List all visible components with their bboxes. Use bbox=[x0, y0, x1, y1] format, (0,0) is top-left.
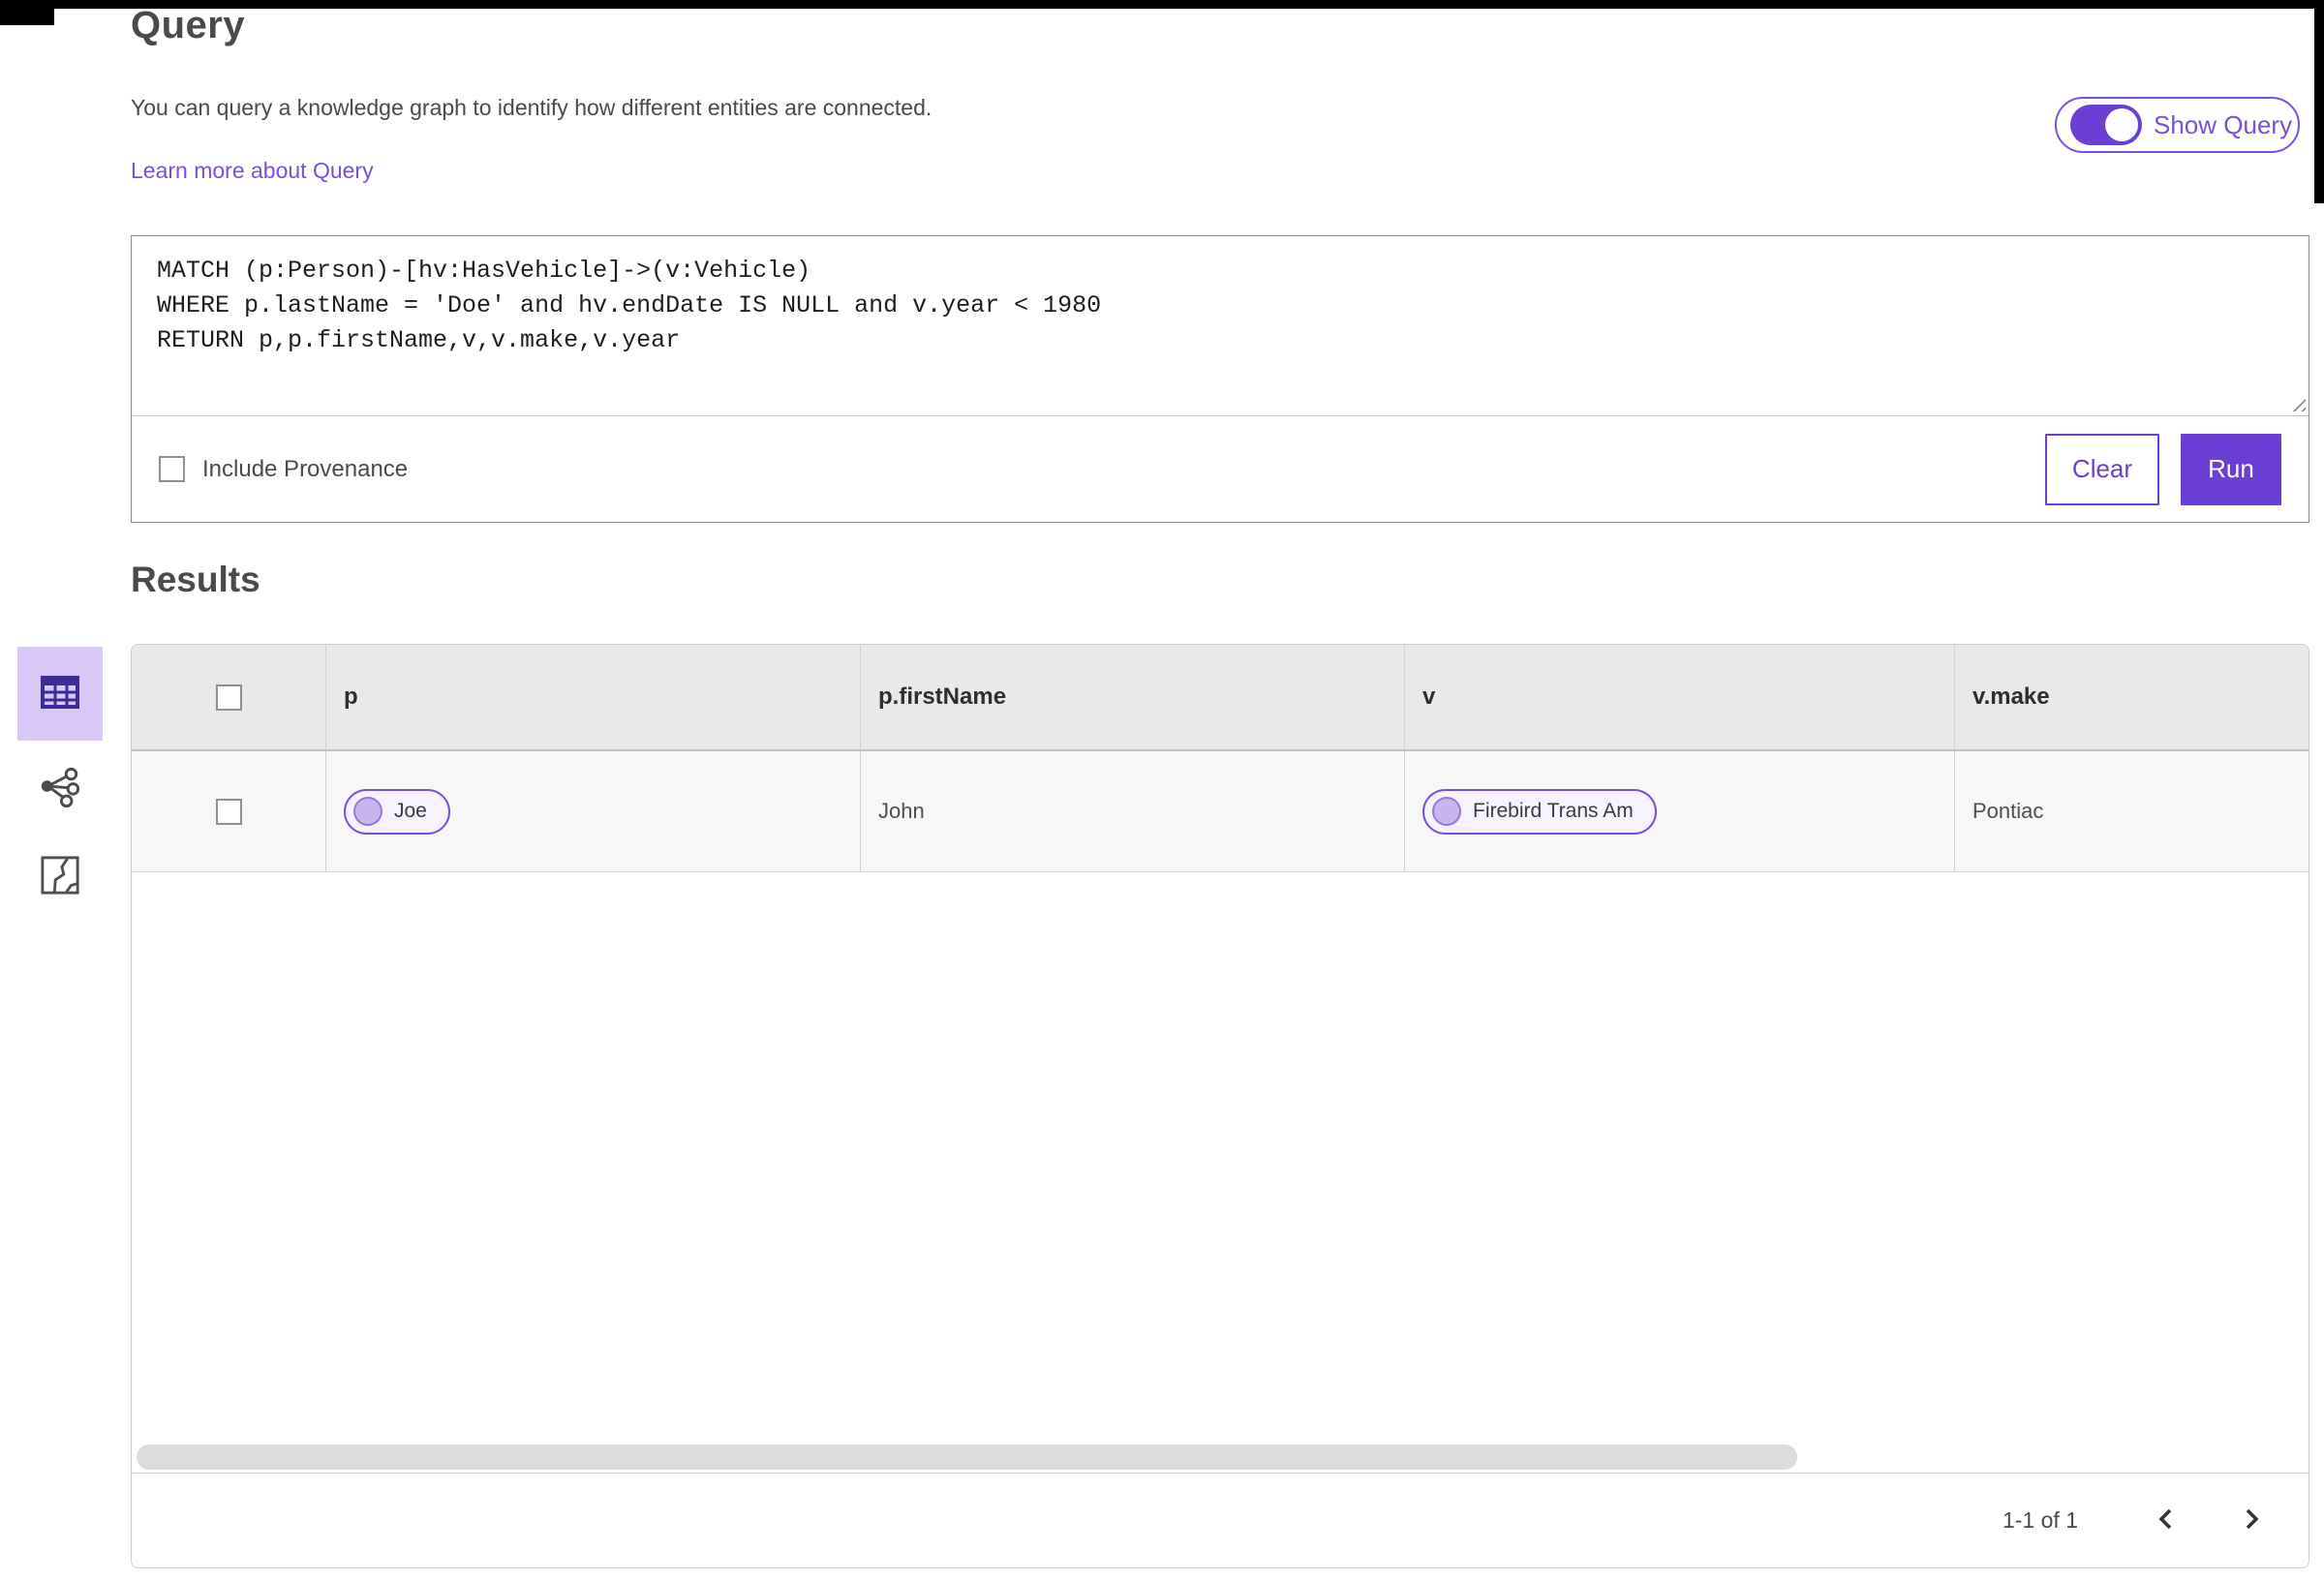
row-select-cell bbox=[132, 751, 325, 871]
map-icon bbox=[40, 855, 80, 898]
next-page-button[interactable] bbox=[2237, 1506, 2266, 1535]
column-header-p[interactable]: p bbox=[325, 645, 860, 749]
window-frame-top bbox=[0, 0, 2324, 9]
table-header-row: p p.firstName v v.make bbox=[132, 645, 2309, 751]
window-frame-corner bbox=[0, 0, 54, 25]
clear-button[interactable]: Clear bbox=[2045, 433, 2159, 505]
link-chart-icon bbox=[38, 764, 82, 811]
select-all-cell bbox=[132, 645, 325, 749]
window-frame-right bbox=[2314, 0, 2324, 203]
scrollbar-thumb[interactable] bbox=[137, 1444, 1797, 1470]
entity-pill-vehicle[interactable]: Firebird Trans Am bbox=[1422, 788, 1657, 835]
horizontal-scrollbar[interactable] bbox=[132, 1442, 2309, 1474]
map-view-button[interactable] bbox=[29, 845, 91, 907]
toggle-switch-icon[interactable] bbox=[2070, 105, 2142, 145]
table-icon bbox=[40, 672, 80, 715]
cell-v-make: Pontiac bbox=[1954, 751, 2309, 871]
cell-p: Joe bbox=[325, 751, 860, 871]
entity-node-icon bbox=[1432, 797, 1461, 826]
chevron-right-icon bbox=[2240, 1506, 2263, 1535]
toggle-knob bbox=[2105, 108, 2138, 141]
page-title: Query bbox=[131, 4, 246, 46]
query-footer: Include Provenance Clear Run bbox=[132, 416, 2309, 522]
include-provenance-checkbox[interactable] bbox=[159, 456, 185, 482]
query-editor-panel: MATCH (p:Person)-[hv:HasVehicle]->(v:Veh… bbox=[131, 235, 2309, 523]
entity-pill-label: Joe bbox=[394, 800, 427, 822]
select-all-checkbox[interactable] bbox=[215, 684, 242, 711]
cell-p-firstname: John bbox=[860, 751, 1404, 871]
pagination-bar: 1-1 of 1 bbox=[132, 1474, 2309, 1567]
include-provenance-option[interactable]: Include Provenance bbox=[159, 456, 408, 483]
link-chart-view-button[interactable] bbox=[29, 756, 91, 818]
query-input[interactable]: MATCH (p:Person)-[hv:HasVehicle]->(v:Veh… bbox=[132, 236, 2309, 416]
chevron-left-icon bbox=[2155, 1506, 2178, 1535]
learn-more-link[interactable]: Learn more about Query bbox=[131, 158, 374, 184]
entity-node-icon bbox=[353, 797, 382, 826]
results-table-panel: p p.firstName v v.make Joe John Firebird… bbox=[131, 644, 2309, 1568]
entity-pill-label: Firebird Trans Am bbox=[1473, 800, 1634, 822]
show-query-toggle[interactable]: Show Query bbox=[2055, 97, 2300, 153]
column-header-v-make[interactable]: v.make bbox=[1954, 645, 2309, 749]
cell-v: Firebird Trans Am bbox=[1404, 751, 1954, 871]
entity-pill-person[interactable]: Joe bbox=[344, 788, 450, 835]
page-description: You can query a knowledge graph to ident… bbox=[131, 95, 933, 120]
table-view-button[interactable] bbox=[17, 647, 103, 741]
show-query-label: Show Query bbox=[2154, 109, 2293, 139]
table-row: Joe John Firebird Trans Am Pontiac bbox=[132, 751, 2309, 872]
prev-page-button[interactable] bbox=[2152, 1506, 2181, 1535]
row-checkbox[interactable] bbox=[215, 798, 242, 825]
include-provenance-label: Include Provenance bbox=[202, 455, 409, 482]
pagination-label: 1-1 of 1 bbox=[2003, 1507, 2078, 1533]
results-title: Results bbox=[131, 560, 260, 599]
column-header-v[interactable]: v bbox=[1404, 645, 1954, 749]
run-button[interactable]: Run bbox=[2181, 433, 2281, 505]
table-empty-area bbox=[132, 872, 2309, 1442]
query-actions: Clear Run bbox=[2045, 433, 2281, 505]
column-header-p-firstname[interactable]: p.firstName bbox=[860, 645, 1404, 749]
